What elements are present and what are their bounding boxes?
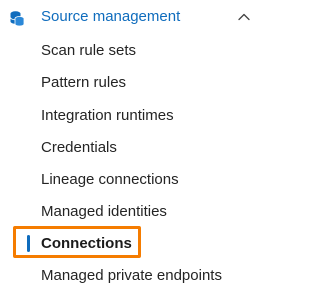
nav-item-connections[interactable]: Connections [0,228,266,258]
nav-item-lineage-connections[interactable]: Lineage connections [0,164,266,194]
nav-item-label: Lineage connections [41,171,179,188]
nav-item-label: Managed private endpoints [41,267,222,284]
nav-item-scan-rule-sets[interactable]: Scan rule sets [0,35,266,65]
nav-item-label: Managed identities [41,203,167,220]
nav-item-managed-identities[interactable]: Managed identities [0,196,266,226]
nav-item-label: Pattern rules [41,74,127,91]
section-title: Source management [41,8,181,25]
nav-item-label: Scan rule sets [41,42,137,59]
source-management-section-header[interactable]: Source management [0,0,266,34]
source-management-nav: Source management Scan rule sets Pattern… [0,0,266,294]
nav-item-label: Credentials [41,139,117,156]
nav-item-credentials[interactable]: Credentials [0,132,266,162]
database-icon [9,9,25,27]
nav-item-pattern-rules[interactable]: Pattern rules [0,67,266,97]
nav-item-integration-runtimes[interactable]: Integration runtimes [0,100,266,130]
selected-indicator [27,235,30,252]
nav-item-label: Connections [41,235,132,252]
chevron-up-icon[interactable] [236,9,252,25]
nav-item-label: Integration runtimes [41,107,174,124]
nav-item-managed-private-endpoints[interactable]: Managed private endpoints [0,260,266,290]
